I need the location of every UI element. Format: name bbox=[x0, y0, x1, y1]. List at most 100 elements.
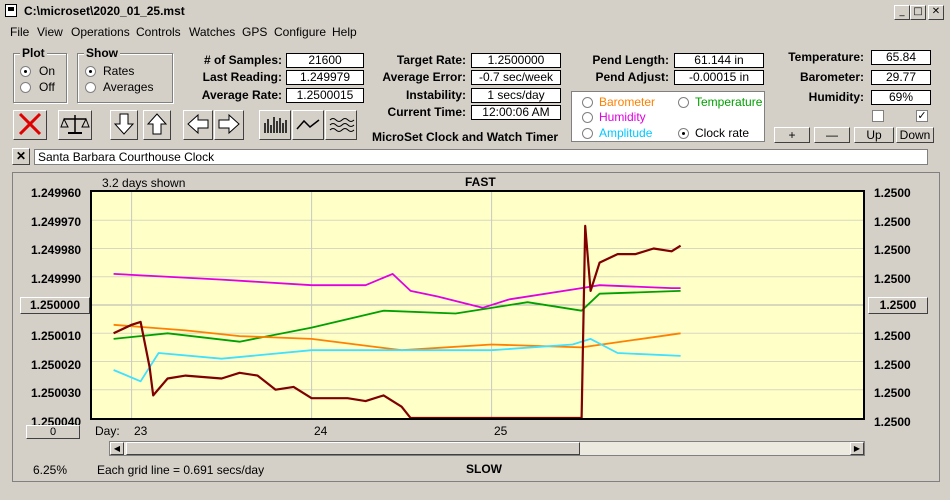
left-tick-label: 1.250010 bbox=[31, 329, 82, 343]
pend-length-label: Pend Length: bbox=[592, 53, 669, 67]
right-tick-label: 1.2500 bbox=[874, 357, 911, 372]
checkbox-right[interactable]: ✓ bbox=[916, 110, 928, 122]
down-arrow-button[interactable] bbox=[110, 110, 138, 140]
clock-name-field[interactable]: Santa Barbara Courthouse Clock bbox=[34, 149, 928, 165]
plot-on-radio[interactable] bbox=[20, 66, 31, 77]
right-tick-label: 1.2500 bbox=[874, 329, 911, 343]
chart-svg bbox=[92, 192, 863, 418]
right-tick-label: 1.2500 bbox=[874, 414, 911, 429]
up-arrow-button[interactable] bbox=[143, 110, 171, 140]
days-shown-label: 3.2 days shown bbox=[102, 176, 186, 190]
left-tick-label: 1.249960 bbox=[31, 186, 82, 200]
pend-adjust-label: Pend Adjust: bbox=[595, 70, 669, 84]
up-button[interactable]: Up bbox=[854, 127, 894, 143]
day-label: Day: bbox=[95, 424, 120, 438]
line-plot-button[interactable] bbox=[292, 110, 324, 140]
red-x-icon bbox=[18, 112, 42, 136]
chart-plot-area[interactable] bbox=[90, 190, 865, 420]
show-group bbox=[77, 53, 173, 103]
left-arrow-icon bbox=[187, 113, 209, 135]
down-button[interactable]: Down bbox=[896, 127, 934, 143]
last-reading-field: 1.249979 bbox=[286, 70, 364, 85]
temperature-field: 65.84 bbox=[871, 50, 931, 65]
right-tick-label: 1.2500 bbox=[874, 386, 911, 401]
left-tick-label: 1.250030 bbox=[31, 386, 82, 401]
minus-button[interactable]: — bbox=[814, 127, 850, 143]
show-rates-radio[interactable] bbox=[85, 66, 96, 77]
app-icon[interactable] bbox=[5, 4, 17, 17]
menu-controls[interactable]: Controls bbox=[136, 25, 181, 39]
scroll-left-button[interactable]: ◀ bbox=[110, 442, 124, 455]
menu-file[interactable]: File bbox=[10, 25, 29, 39]
series-humidity-radio[interactable] bbox=[582, 112, 593, 123]
menu-view[interactable]: View bbox=[37, 25, 63, 39]
series-clock-rate-label: Clock rate bbox=[695, 126, 750, 140]
scroll-right-button[interactable]: ▶ bbox=[850, 442, 864, 455]
balance-scale-icon bbox=[60, 115, 90, 134]
balance-button[interactable] bbox=[58, 110, 92, 140]
current-time-field: 12:00:06 AM bbox=[471, 105, 561, 120]
target-rate-field[interactable]: 1.2500000 bbox=[471, 53, 561, 68]
minimize-button[interactable]: _ bbox=[894, 5, 910, 20]
show-averages-radio[interactable] bbox=[85, 82, 96, 93]
checkbox-left[interactable] bbox=[872, 110, 884, 122]
last-reading-label: Last Reading: bbox=[202, 70, 282, 84]
histogram-button[interactable] bbox=[259, 110, 291, 140]
series-clock-rate-radio[interactable] bbox=[678, 128, 689, 139]
wave-icon bbox=[329, 118, 355, 132]
menu-watches[interactable]: Watches bbox=[189, 25, 235, 39]
left-tick-label: 1.249990 bbox=[31, 271, 82, 286]
series-temperature-radio[interactable] bbox=[678, 97, 689, 108]
scroll-thumb[interactable] bbox=[126, 442, 580, 455]
wave-plot-button[interactable] bbox=[325, 110, 357, 140]
menu-configure[interactable]: Configure bbox=[274, 25, 326, 39]
window-title: C:\microset\2020_01_25.mst bbox=[24, 4, 185, 18]
app-heading: MicroSet Clock and Watch Timer bbox=[372, 130, 559, 144]
center-left-button[interactable]: 1.250000 bbox=[20, 297, 90, 314]
series-humidity-label: Humidity bbox=[599, 110, 646, 124]
grid-note: Each grid line = 0.691 secs/day bbox=[97, 463, 265, 477]
right-arrow-button[interactable] bbox=[214, 110, 244, 140]
close-button[interactable]: ✕ bbox=[928, 5, 944, 20]
line-plot-icon bbox=[296, 119, 320, 130]
samples-label: # of Samples: bbox=[203, 53, 282, 67]
fast-label: FAST bbox=[465, 175, 496, 189]
series-amplitude-radio[interactable] bbox=[582, 128, 593, 139]
maximize-button[interactable]: □ bbox=[910, 5, 926, 20]
target-rate-label: Target Rate: bbox=[396, 53, 466, 67]
offset-button[interactable]: 0 bbox=[26, 425, 80, 439]
show-averages-label: Averages bbox=[103, 80, 154, 94]
series-line-humidity bbox=[113, 273, 681, 309]
left-tick-label: 1.250020 bbox=[31, 357, 82, 372]
pend-adjust-field[interactable]: -0.00015 in bbox=[674, 70, 764, 85]
slow-label: SLOW bbox=[466, 462, 502, 476]
average-error-label: Average Error: bbox=[382, 70, 466, 84]
close-clock-button[interactable]: ✕ bbox=[12, 148, 30, 165]
menu-gps[interactable]: GPS bbox=[242, 25, 267, 39]
clear-button[interactable] bbox=[13, 110, 47, 140]
series-line-temperature bbox=[113, 290, 681, 343]
left-arrow-button[interactable] bbox=[183, 110, 213, 140]
day-23-label: 23 bbox=[134, 424, 148, 438]
humidity-field: 69% bbox=[871, 90, 931, 105]
series-barometer-label: Barometer bbox=[599, 95, 656, 109]
plus-button[interactable]: + bbox=[774, 127, 810, 143]
left-tick-label: 1.249970 bbox=[31, 214, 82, 229]
humidity-label: Humidity: bbox=[808, 90, 864, 104]
horizontal-scrollbar[interactable]: ◀ ▶ bbox=[109, 441, 865, 456]
samples-field: 21600 bbox=[286, 53, 364, 68]
series-barometer-radio[interactable] bbox=[582, 97, 593, 108]
right-tick-label: 1.2500 bbox=[874, 243, 911, 258]
show-group-legend: Show bbox=[84, 46, 120, 60]
show-rates-label: Rates bbox=[103, 64, 135, 78]
pend-length-field[interactable]: 61.144 in bbox=[674, 53, 764, 68]
series-temperature-label: Temperature bbox=[695, 95, 763, 109]
menu-help[interactable]: Help bbox=[332, 25, 357, 39]
menu-bar: File View Operations Controls Watches GP… bbox=[0, 23, 950, 41]
plot-off-radio[interactable] bbox=[20, 82, 31, 93]
instability-field: 1 secs/day bbox=[471, 88, 561, 103]
menu-operations[interactable]: Operations bbox=[71, 25, 130, 39]
right-arrow-icon bbox=[218, 113, 240, 135]
center-right-button[interactable]: 1.2500 bbox=[868, 297, 928, 314]
day-25-label: 25 bbox=[494, 424, 508, 438]
